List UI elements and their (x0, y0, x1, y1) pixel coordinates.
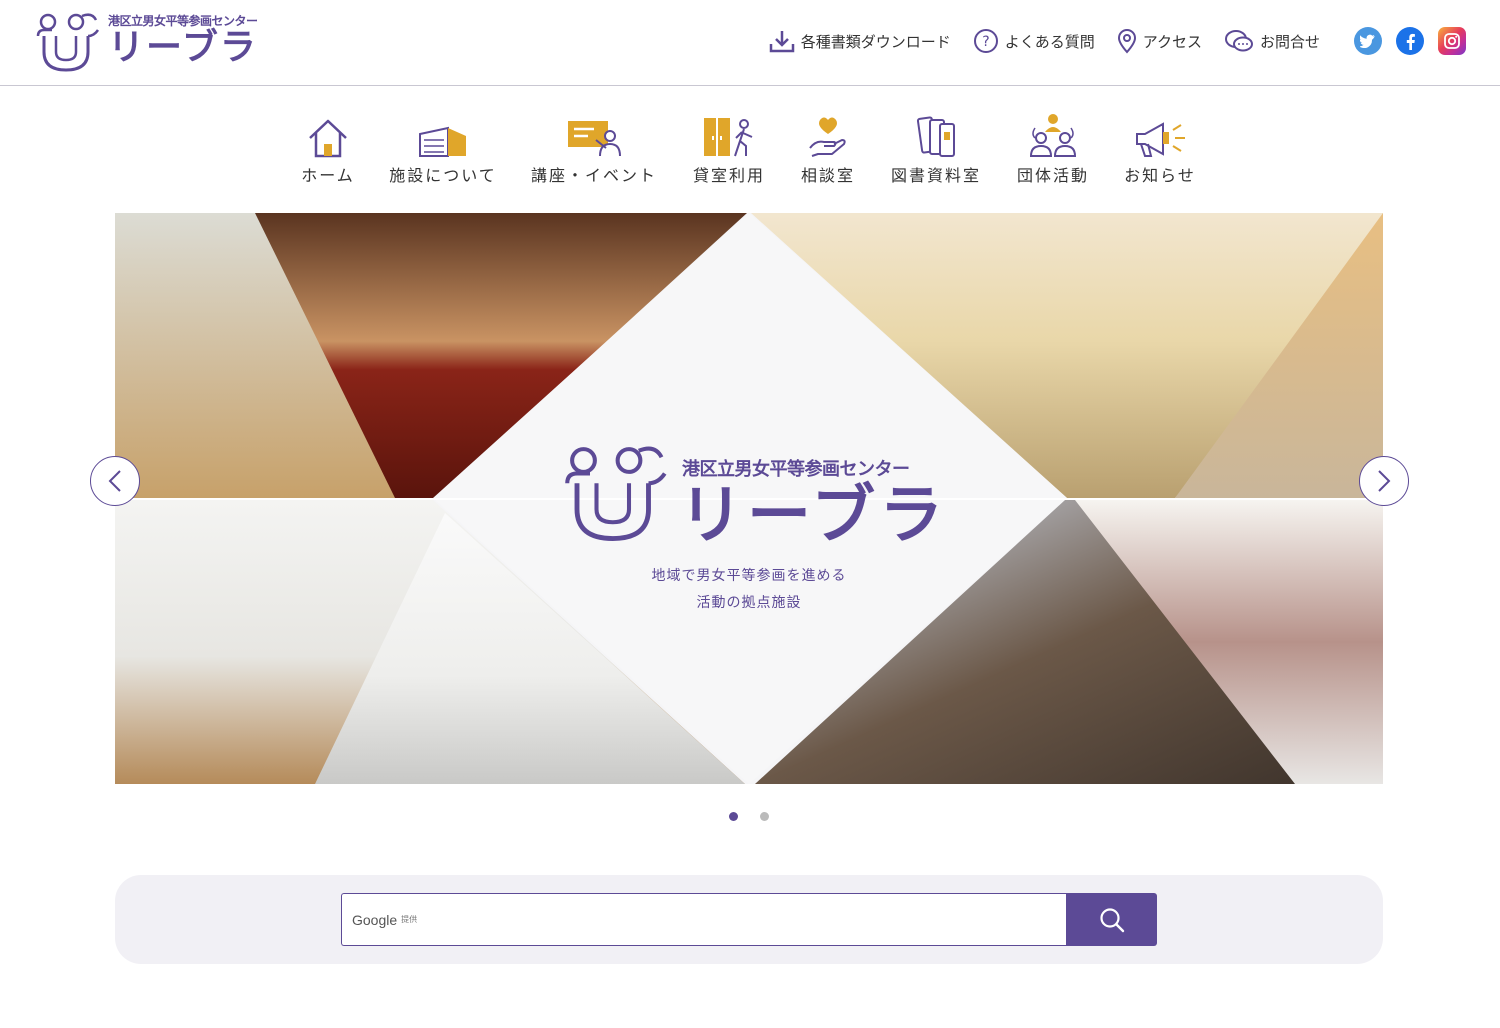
download-link[interactable]: 各種書類ダウンロード (769, 29, 951, 53)
home-icon (309, 119, 347, 158)
nav-consultation-label: 相談室 (801, 166, 856, 185)
hero-tagline: 地域で男女平等参画を進める 活動の拠点施設 (115, 563, 1383, 617)
social-links (1354, 27, 1466, 55)
site-search: Google 提供 (115, 875, 1383, 964)
faq-link-label: よくある質問 (1004, 32, 1095, 51)
nav-news[interactable]: お知らせ (1124, 112, 1196, 186)
nav-consultation[interactable]: 相談室 (801, 112, 855, 186)
slider-dot-1[interactable] (729, 812, 738, 821)
main-navigation: ホーム 施設について 講座・イベント 貸室利用 相談室 図書資料室 団体活動 お… (0, 112, 1500, 192)
download-link-label: 各種書類ダウンロード (800, 32, 951, 51)
nav-events-label: 講座・イベント (531, 166, 658, 185)
books-icon (916, 116, 955, 157)
site-logo[interactable]: 港区立男女平等参画センター リーブラ (32, 10, 272, 74)
twitter-icon (1360, 34, 1375, 48)
access-link-label: アクセス (1142, 32, 1202, 51)
lecture-icon (568, 121, 621, 157)
search-icon (1099, 907, 1124, 932)
chevron-left-icon (108, 470, 121, 492)
nav-home[interactable]: ホーム (300, 112, 356, 186)
map-pin-icon (1117, 29, 1136, 54)
instagram-button[interactable] (1438, 27, 1466, 55)
nav-groups[interactable]: 団体活動 (1017, 112, 1089, 186)
nav-facility-label: 施設について (389, 166, 497, 185)
search-button[interactable] (1066, 893, 1157, 946)
nav-facility[interactable]: 施設について (389, 112, 497, 186)
chat-icon (1224, 30, 1253, 52)
instagram-icon (1444, 33, 1460, 49)
door-icon (704, 118, 753, 157)
hero-slider: 港区立男女平等参画センター リーブラ 地域で男女平等参画を進める 活動の拠点施設 (115, 213, 1383, 784)
utility-links: 各種書類ダウンロード ? よくある質問 アクセス お問合せ (769, 28, 1320, 54)
slider-prev-button[interactable] (90, 456, 140, 506)
slider-next-button[interactable] (1359, 456, 1409, 506)
hero-tagline-line-2: 活動の拠点施設 (696, 595, 802, 611)
nav-library-label: 図書資料室 (891, 166, 982, 185)
group-icon (1029, 114, 1077, 157)
nav-groups-label: 団体活動 (1017, 166, 1090, 185)
megaphone-icon (1136, 122, 1185, 157)
logo-title: リーブラ (108, 27, 258, 68)
nav-home-label: ホーム (301, 166, 355, 185)
slider-dots (729, 812, 769, 821)
nav-rental-label: 貸室利用 (692, 166, 765, 185)
hero-tagline-line-1: 地域で男女平等参画を進める (651, 568, 847, 584)
question-icon: ? (973, 29, 998, 53)
search-field: Google 提供 (341, 893, 1066, 946)
building-icon (419, 126, 466, 157)
nav-rental[interactable]: 貸室利用 (692, 112, 766, 186)
hero-subtitle: 港区立男女平等参画センター (682, 459, 910, 480)
logo-mark-icon (36, 13, 100, 72)
site-header: 港区立男女平等参画センター リーブラ 各種書類ダウンロード ? よくある質問 ア… (0, 0, 1500, 86)
slider-dot-2[interactable] (760, 812, 769, 821)
heart-hand-icon (809, 117, 846, 157)
facebook-icon (1406, 33, 1415, 50)
contact-link-label: お問合せ (1259, 32, 1320, 51)
download-icon (769, 31, 794, 53)
hero-title: リーブラ (679, 479, 948, 553)
nav-events[interactable]: 講座・イベント (531, 112, 658, 186)
nav-library[interactable]: 図書資料室 (891, 112, 981, 186)
svg-text:?: ? (982, 34, 989, 50)
access-link[interactable]: アクセス (1117, 28, 1202, 54)
nav-news-label: お知らせ (1124, 166, 1196, 185)
hero-logo-mark-icon (565, 446, 667, 541)
search-input[interactable] (342, 894, 1066, 945)
twitter-button[interactable] (1354, 27, 1382, 55)
facebook-button[interactable] (1396, 27, 1424, 55)
faq-link[interactable]: ? よくある質問 (973, 28, 1095, 54)
contact-link[interactable]: お問合せ (1224, 28, 1320, 54)
chevron-right-icon (1378, 470, 1391, 492)
